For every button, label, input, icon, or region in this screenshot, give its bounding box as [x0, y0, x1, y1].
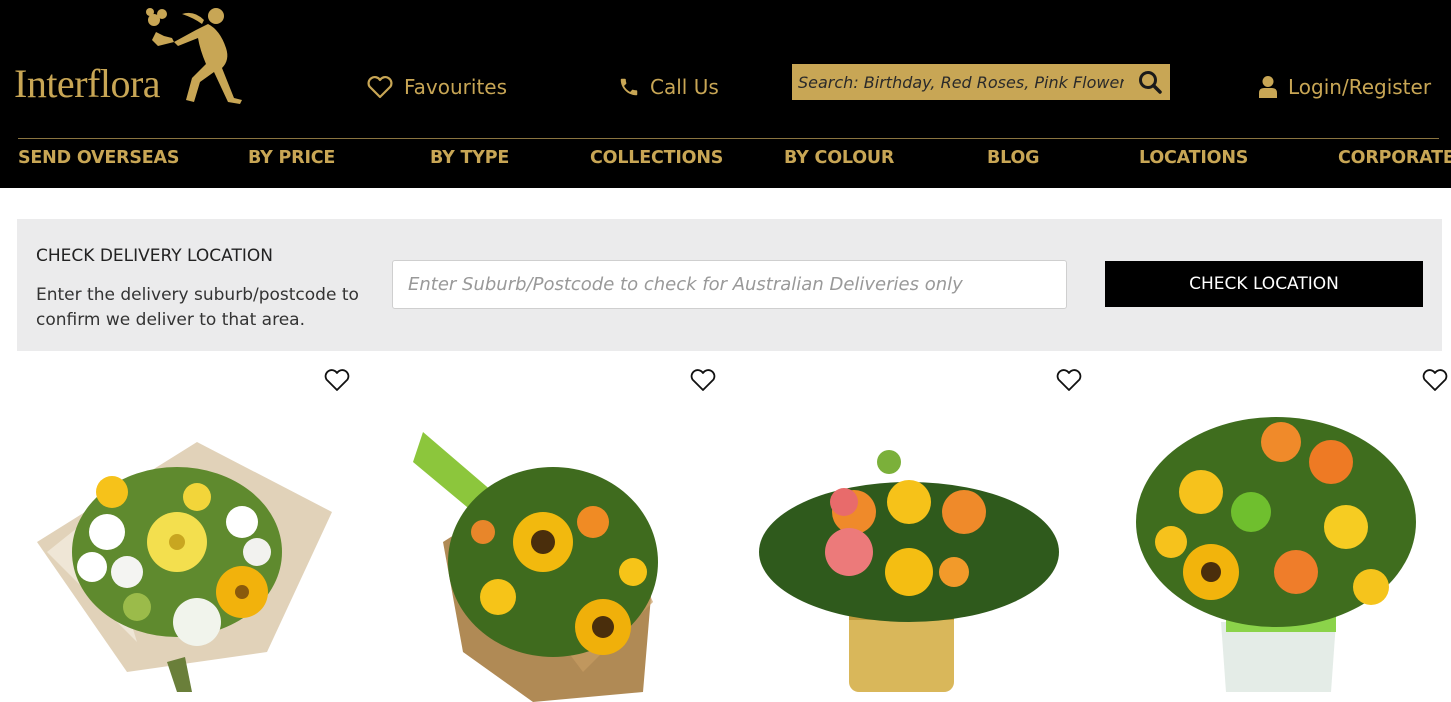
product-image[interactable]	[749, 402, 1079, 702]
nav-send-overseas[interactable]: SEND OVERSEAS	[18, 148, 180, 168]
product-card[interactable]	[383, 362, 733, 702]
login-register-link[interactable]: Login/Register	[1258, 70, 1431, 104]
heart-icon	[367, 75, 393, 99]
delivery-title: CHECK DELIVERY LOCATION	[36, 246, 273, 266]
favourites-link[interactable]: Favourites	[366, 70, 507, 104]
delivery-description: Enter the delivery suburb/postcode to co…	[36, 285, 359, 330]
header-divider	[18, 138, 1439, 139]
heart-icon[interactable]	[1421, 368, 1449, 392]
check-location-button[interactable]: CHECK LOCATION	[1105, 261, 1423, 307]
product-card[interactable]	[1101, 362, 1451, 702]
search-icon	[1139, 71, 1162, 94]
nav-by-price[interactable]: BY PRICE	[248, 148, 335, 168]
login-register-label: Login/Register	[1288, 75, 1432, 99]
heart-icon[interactable]	[323, 368, 351, 392]
heart-icon[interactable]	[1055, 368, 1083, 392]
product-card[interactable]	[17, 362, 367, 702]
product-image[interactable]	[1101, 402, 1431, 702]
heart-icon[interactable]	[689, 368, 717, 392]
search-button[interactable]	[1130, 64, 1170, 100]
nav-blog[interactable]: BLOG	[987, 148, 1040, 168]
product-image[interactable]	[383, 402, 713, 702]
product-card[interactable]	[749, 362, 1099, 702]
brand-wordmark: Interflora	[14, 61, 161, 106]
main-nav: SEND OVERSEAS BY PRICE BY TYPE COLLECTIO…	[0, 148, 1451, 178]
nav-collections[interactable]: COLLECTIONS	[590, 148, 723, 168]
interflora-logo[interactable]: Interflora	[14, 2, 254, 106]
call-us-link[interactable]: Call Us	[618, 70, 719, 104]
nav-by-type[interactable]: BY TYPE	[430, 148, 509, 168]
call-us-label: Call Us	[650, 75, 719, 99]
search-input[interactable]	[792, 64, 1130, 100]
delivery-check-panel: CHECK DELIVERY LOCATION Enter the delive…	[17, 219, 1442, 351]
user-icon	[1259, 76, 1277, 98]
favourites-label: Favourites	[404, 75, 508, 99]
phone-icon	[620, 78, 638, 96]
product-image[interactable]	[17, 402, 347, 702]
search-bar	[792, 64, 1170, 100]
nav-corporate[interactable]: CORPORATE	[1338, 148, 1451, 168]
site-header: Interflora Favourites Call Us Login/Regi…	[0, 0, 1451, 188]
postcode-input[interactable]	[392, 260, 1067, 309]
nav-locations[interactable]: LOCATIONS	[1139, 148, 1248, 168]
nav-by-colour[interactable]: BY COLOUR	[784, 148, 894, 168]
